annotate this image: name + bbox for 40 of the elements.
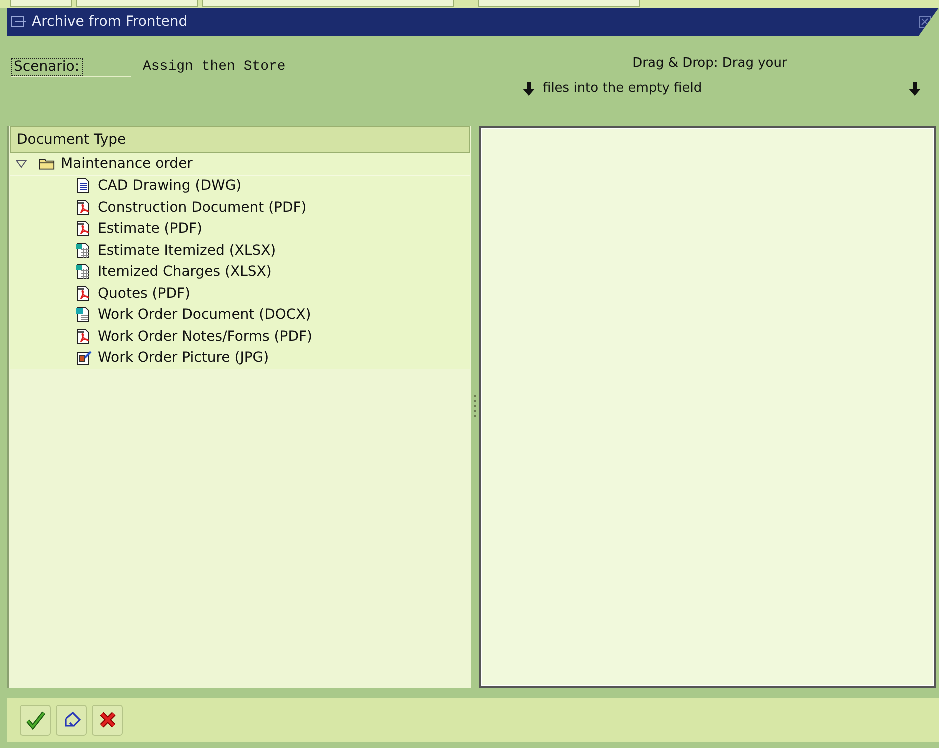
word-file-icon [76, 307, 92, 324]
tree-item[interactable]: Work Order Document (DOCX) [10, 304, 470, 326]
input-field[interactable] [76, 0, 198, 7]
tree-node[interactable]: Maintenance order [10, 153, 470, 176]
close-icon[interactable] [919, 16, 931, 28]
field-label: Scenario: [11, 58, 83, 76]
document-icon [76, 178, 92, 194]
collapse-triangle-icon[interactable] [16, 160, 27, 168]
tree-item[interactable]: Estimate (PDF) [10, 218, 470, 240]
window-title: Archive from Frontend [32, 14, 189, 30]
transfer-button[interactable] [56, 704, 87, 736]
input-field[interactable] [10, 0, 72, 7]
column-header: Document Type [10, 126, 470, 153]
pdf-file-icon [76, 200, 92, 216]
checkmark-icon [26, 710, 46, 730]
down-arrow-icon [909, 82, 921, 96]
image-file-icon [76, 350, 92, 366]
scenario-value: Assign then Store [143, 58, 286, 75]
confirm-button[interactable] [20, 704, 51, 736]
pdf-file-icon [76, 221, 92, 238]
tree-item[interactable]: Work Order Picture (JPG) [10, 348, 470, 369]
tree-item[interactable]: Estimate Itemized (XLSX) [10, 240, 470, 262]
spreadsheet-icon [76, 264, 92, 280]
tree-item[interactable]: Construction Document (PDF) [10, 197, 470, 218]
drop-hint-text: files into the empty field [542, 81, 704, 96]
pdf-file-icon [76, 286, 92, 302]
spreadsheet-icon [76, 242, 92, 259]
tree-item[interactable]: CAD Drawing (DWG) [10, 176, 470, 197]
tree-item[interactable]: Quotes (PDF) [10, 283, 470, 304]
down-arrow-icon [523, 82, 535, 96]
cancel-button[interactable] [92, 704, 123, 736]
close-icon [98, 710, 118, 730]
drop-hint-text: Drag & Drop: Drag your [632, 56, 788, 71]
window-icon [11, 14, 27, 30]
tree-item[interactable]: Work Order Notes/Forms (PDF) [10, 326, 470, 348]
tree-item[interactable]: Itemized Charges (XLSX) [10, 262, 470, 283]
input-field[interactable] [478, 0, 640, 7]
pdf-file-icon [76, 328, 92, 345]
splitter-handle[interactable] [473, 394, 477, 420]
input-field[interactable] [202, 0, 454, 7]
